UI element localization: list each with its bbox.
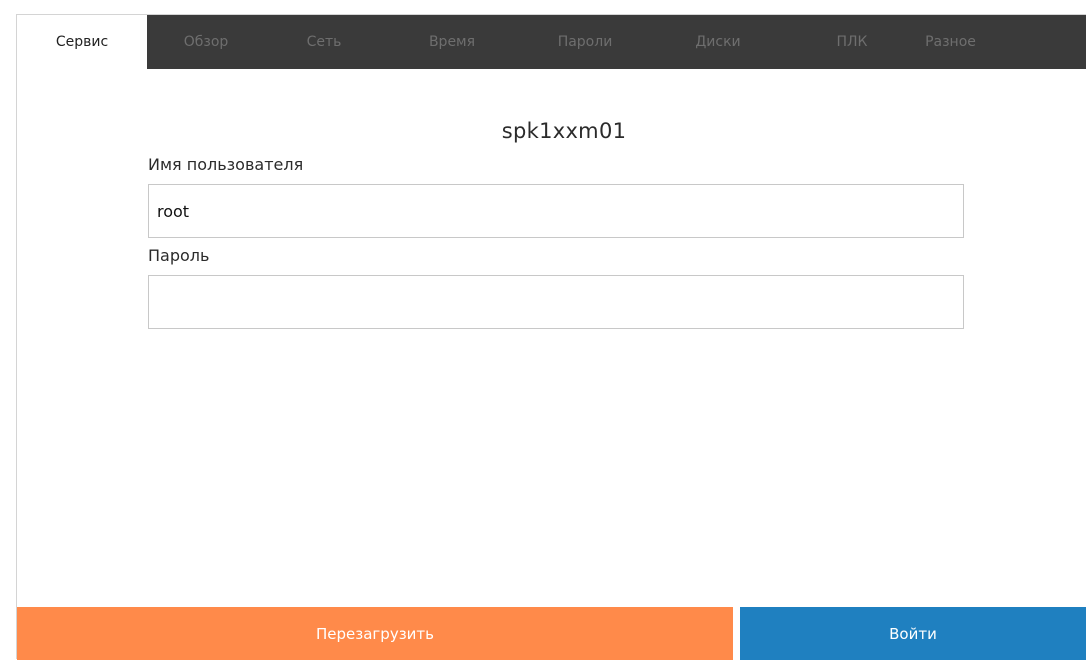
tab-passwords[interactable]: Пароли xyxy=(521,15,649,69)
tab-service[interactable]: Сервис xyxy=(17,15,147,69)
tab-overview[interactable]: Обзор xyxy=(147,15,265,69)
hostname-title: spk1xxm01 xyxy=(501,119,627,143)
login-button[interactable]: Войти xyxy=(740,607,1086,660)
service-window: Сервис Обзор Сеть Время Пароли Диски ПЛК… xyxy=(16,14,1086,660)
username-label: Имя пользователя xyxy=(148,155,304,174)
tab-disks[interactable]: Диски xyxy=(649,15,787,69)
tab-network[interactable]: Сеть xyxy=(265,15,383,69)
tab-bar: Сервис Обзор Сеть Время Пароли Диски ПЛК… xyxy=(17,15,1086,69)
tab-plc[interactable]: ПЛК xyxy=(787,15,917,69)
password-label: Пароль xyxy=(148,246,210,265)
reboot-button[interactable]: Перезагрузить xyxy=(17,607,733,660)
tab-misc[interactable]: Разное xyxy=(917,15,986,69)
tab-time[interactable]: Время xyxy=(383,15,521,69)
username-input[interactable] xyxy=(148,184,964,238)
password-input[interactable] xyxy=(148,275,964,329)
